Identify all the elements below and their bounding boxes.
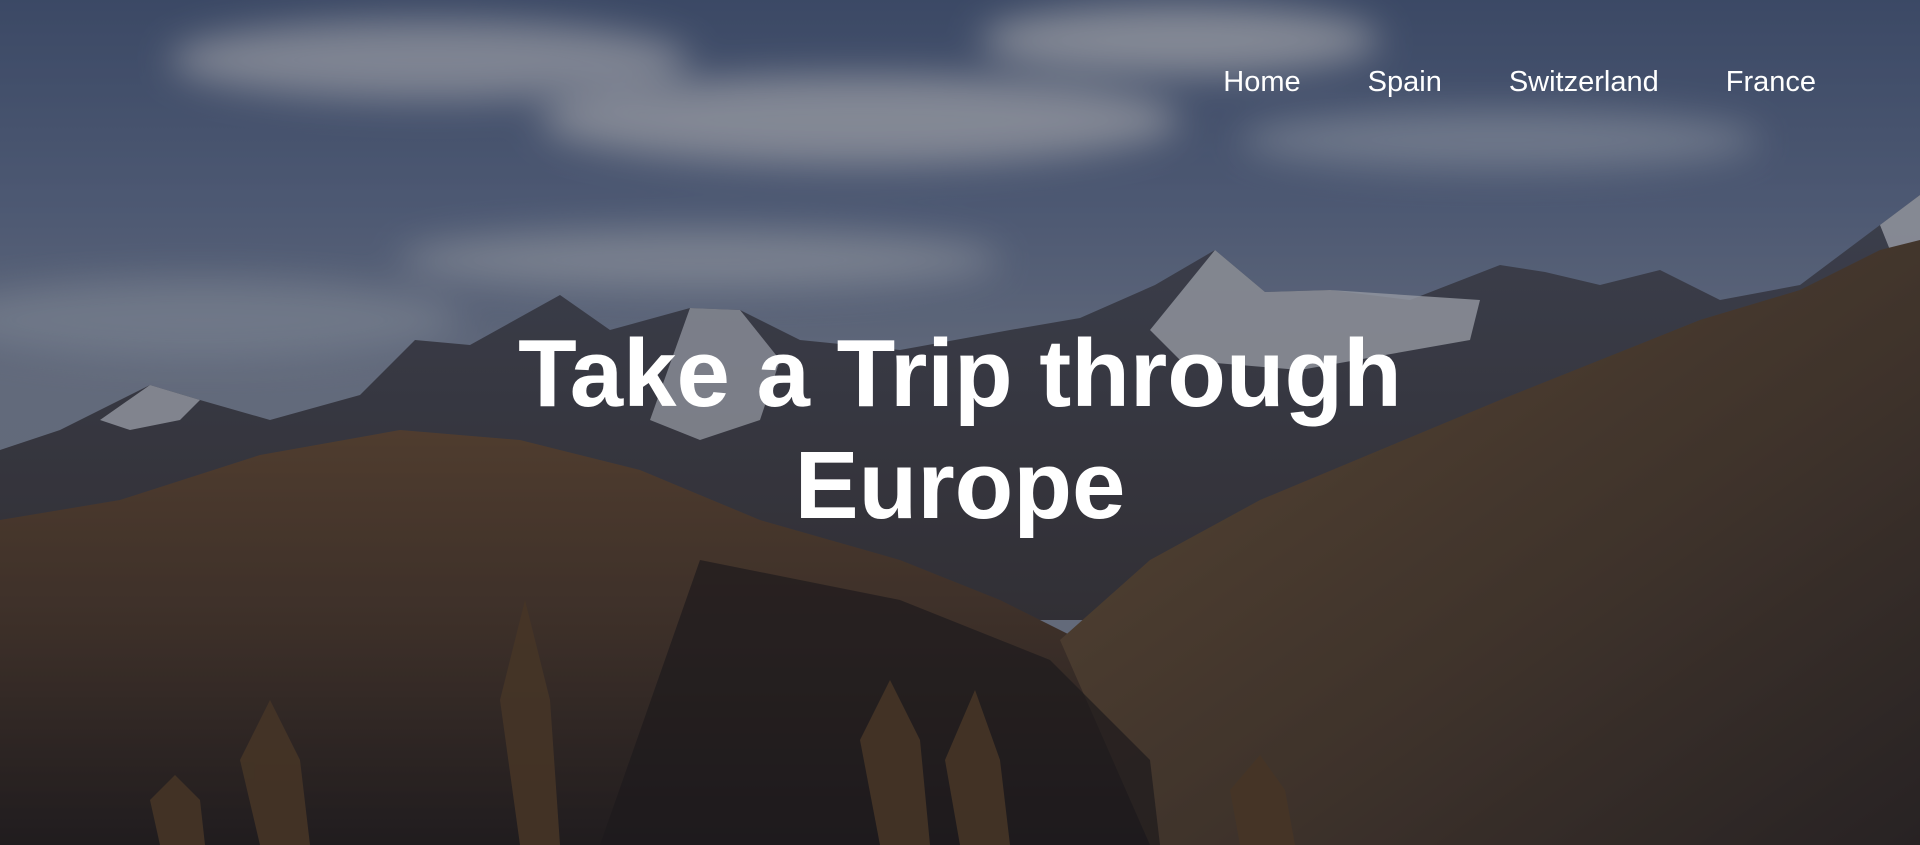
hero-title-line-1: Take a Trip through — [518, 320, 1402, 427]
top-navigation: Home Spain Switzerland France — [1223, 68, 1816, 97]
nav-link-home[interactable]: Home — [1223, 68, 1300, 97]
nav-link-spain[interactable]: Spain — [1368, 68, 1442, 97]
nav-link-switzerland[interactable]: Switzerland — [1509, 68, 1659, 97]
hero-title: Take a Trip through Europe — [0, 318, 1920, 542]
hero-section: Home Spain Switzerland France Take a Tri… — [0, 0, 1920, 845]
nav-link-france[interactable]: France — [1726, 68, 1816, 97]
hero-title-line-2: Europe — [794, 432, 1126, 539]
